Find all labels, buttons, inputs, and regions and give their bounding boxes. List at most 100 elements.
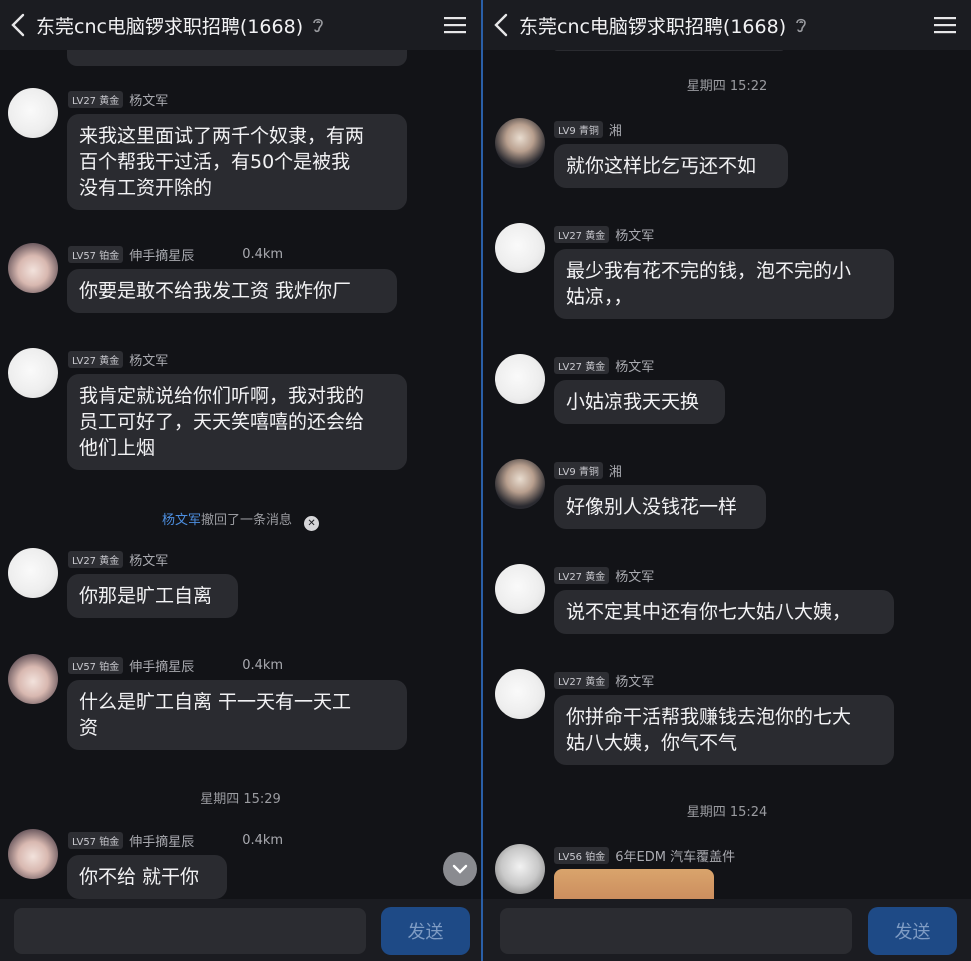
message-bubble[interactable]: 你拼命干活帮我赚钱去泡你的七大 姑八大姨，你气不气 — [554, 695, 894, 765]
sender-name: 杨文军 — [615, 229, 655, 244]
timestamp: 星期四 15:24 — [686, 805, 768, 820]
sender-name: 湘 — [608, 465, 622, 480]
avatar[interactable] — [8, 88, 58, 138]
avatar[interactable] — [8, 654, 58, 704]
message-list[interactable]: LV27 黄金 杨文军 来我这里面试了两千个奴隶，有两 百个帮我干过活，有50个是被… — [0, 50, 481, 901]
message-item: LV27 黄金 杨文军 最少我有花不完的钱，泡不完的小 姑凉，， — [483, 223, 971, 343]
message-item: LV27 黄金 杨文军 你那是旷工自离 — [0, 548, 481, 638]
message-line: 最少我有花不完的钱，泡不完的小 — [566, 260, 852, 282]
message-bubble[interactable]: 小姑凉我天天换 — [554, 380, 725, 424]
message-line: 你拼命干活帮我赚钱去泡你的七大 — [566, 706, 852, 728]
message-bubble[interactable]: 你那是旷工自离 — [67, 574, 238, 618]
avatar[interactable] — [495, 564, 545, 614]
recall-text: 撤回了一条消息 — [201, 513, 293, 528]
sender-name: 杨文军 — [615, 570, 655, 585]
avatar[interactable] — [495, 223, 545, 273]
close-icon[interactable]: ✕ — [304, 516, 320, 531]
message-line: 来我这里面试了两千个奴隶，有两 — [79, 125, 365, 147]
sender-name: 湘 — [608, 124, 622, 139]
send-button[interactable]: 发送 — [381, 907, 470, 955]
ear-icon[interactable] — [794, 16, 808, 34]
message-item: LV9 青铜湘 就你这样比乞丐还不如 — [483, 118, 971, 208]
message-line: 小姑凉我天天换 — [566, 391, 700, 413]
message-bubble[interactable]: 你要是敢不给我发工资 我炸你厂 — [67, 269, 397, 313]
sender-name: 杨文军 — [129, 354, 169, 369]
chevron-down-icon — [452, 864, 468, 874]
message-item: LV57 铂金 伸手摘星辰 0.4km 你要是敢不给我发工资 我炸你厂 — [0, 243, 481, 333]
left-chat-pane: 东莞cnc电脑锣求职招聘(1668) LV27 黄金 杨文军 来我这里面试了两千个… — [0, 0, 481, 961]
message-bubble[interactable]: 说不定其中还有你七大姑八大姨， — [554, 590, 894, 634]
level-badge: LV57 铂金 — [68, 657, 124, 674]
message-input[interactable] — [14, 908, 366, 954]
message-bubble[interactable]: 最少我有花不完的钱，泡不完的小 姑凉，， — [554, 249, 894, 319]
sender-name: 杨文军 — [615, 360, 655, 375]
message-item: LV57 铂金 伸手摘星辰 0.4km 什么是旷工自离 干一天有一天工资 — [0, 654, 481, 774]
sender-meta: LV27 黄金 杨文军 — [554, 225, 654, 244]
message-line: 百个帮我干过活，有50个是被我 — [79, 151, 351, 173]
message-line: 我肯定就说给你们听啊，我对我的 — [79, 385, 365, 407]
send-button[interactable]: 发送 — [868, 907, 957, 955]
sender-name: 杨文军 — [129, 94, 169, 109]
sender-meta: LV9 青铜湘 — [554, 120, 622, 139]
avatar[interactable] — [8, 829, 58, 879]
message-line: 他们上烟 — [79, 437, 156, 459]
avatar[interactable] — [495, 118, 545, 168]
message-line: 员工可好了，天天笑嘻嘻的还会给 — [79, 411, 365, 433]
level-badge: LV27 黄金 — [554, 567, 610, 584]
sender-meta: LV27 黄金 杨文军 — [68, 350, 168, 369]
menu-icon[interactable] — [443, 14, 467, 36]
sender-name: 杨文军 — [615, 675, 655, 690]
avatar[interactable] — [8, 548, 58, 598]
ear-icon[interactable] — [311, 16, 325, 34]
avatar[interactable] — [495, 459, 545, 509]
chevron-left-icon — [494, 13, 508, 37]
avatar[interactable] — [495, 354, 545, 404]
message-bubble[interactable]: 你不给 就干你 — [67, 855, 227, 899]
level-badge: LV27 黄金 — [68, 351, 124, 368]
message-bubble[interactable]: 什么是旷工自离 干一天有一天工资 — [67, 680, 407, 750]
message-line: 你那是旷工自离 — [79, 585, 213, 607]
sender-meta: LV57 铂金 伸手摘星辰 0.4km — [68, 656, 283, 675]
message-line: 姑八大姨，你气不气 — [566, 732, 738, 754]
message-line: 姑凉，， — [566, 286, 633, 308]
distance-label: 0.4km — [242, 833, 284, 848]
timestamp: 星期四 15:29 — [200, 792, 281, 807]
sender-name: 伸手摘星辰 — [129, 660, 195, 675]
distance-label: 0.4km — [242, 658, 284, 673]
input-bar: 发送 — [0, 899, 481, 961]
back-button[interactable] — [0, 0, 36, 50]
message-line: 说不定其中还有你七大姑八大姨， — [566, 601, 852, 623]
chat-header: 东莞cnc电脑锣求职招聘(1668) — [483, 0, 971, 50]
message-list[interactable]: 星期四 15:22 LV9 青铜湘 就你这样比乞丐还不如 LV27 黄金 杨文军 … — [483, 50, 971, 909]
back-button[interactable] — [483, 0, 519, 50]
avatar[interactable] — [495, 669, 545, 719]
level-badge: LV9 青铜 — [554, 121, 603, 138]
distance-label: 0.4km — [242, 247, 284, 262]
sender-meta: LV27 黄金 杨文军 — [68, 90, 168, 109]
sender-name: 杨文军 — [129, 554, 169, 569]
message-item: LV27 黄金 杨文军 你拼命干活帮我赚钱去泡你的七大 姑八大姨，你气不气 — [483, 669, 971, 789]
avatar[interactable] — [8, 348, 58, 398]
avatar[interactable] — [8, 243, 58, 293]
level-badge: LV56 铂金 — [554, 847, 610, 864]
scroll-down-button[interactable] — [443, 852, 477, 886]
sender-name: 伸手摘星辰 — [129, 835, 195, 850]
level-badge: LV27 黄金 — [554, 357, 610, 374]
sender-meta: LV57 铂金 伸手摘星辰 0.4km — [68, 245, 283, 264]
sender-meta: LV27 黄金 杨文军 — [68, 550, 168, 569]
avatar[interactable] — [495, 844, 545, 894]
message-item: LV27 黄金 杨文军 小姑凉我天天换 — [483, 354, 971, 444]
chat-title: 东莞cnc电脑锣求职招聘(1668) — [519, 15, 787, 38]
sender-meta: LV57 铂金 伸手摘星辰 0.4km — [68, 831, 283, 850]
message-bubble[interactable]: 就你这样比乞丐还不如 — [554, 144, 788, 188]
message-line: 什么是旷工自离 干一天有一天工 — [79, 691, 352, 713]
message-bubble[interactable]: 我肯定就说给你们听啊，我对我的 员工可好了，天天笑嘻嘻的还会给 他们上烟 — [67, 374, 407, 470]
message-input[interactable] — [500, 908, 852, 954]
message-bubble[interactable]: 来我这里面试了两千个奴隶，有两 百个帮我干过活，有50个是被我 没有工资开除的 — [67, 114, 407, 210]
sender-name: 伸手摘星辰 — [129, 249, 195, 264]
message-bubble[interactable]: 好像别人没钱花一样 — [554, 485, 766, 529]
menu-icon[interactable] — [933, 14, 957, 36]
message-item: LV27 黄金 杨文军 我肯定就说给你们听啊，我对我的 员工可好了，天天笑嘻嘻的还会… — [0, 348, 481, 488]
right-chat-pane: 东莞cnc电脑锣求职招聘(1668) 星期四 15:22 LV9 青铜湘 就你这… — [483, 0, 971, 961]
recall-user[interactable]: 杨文军 — [162, 513, 201, 528]
